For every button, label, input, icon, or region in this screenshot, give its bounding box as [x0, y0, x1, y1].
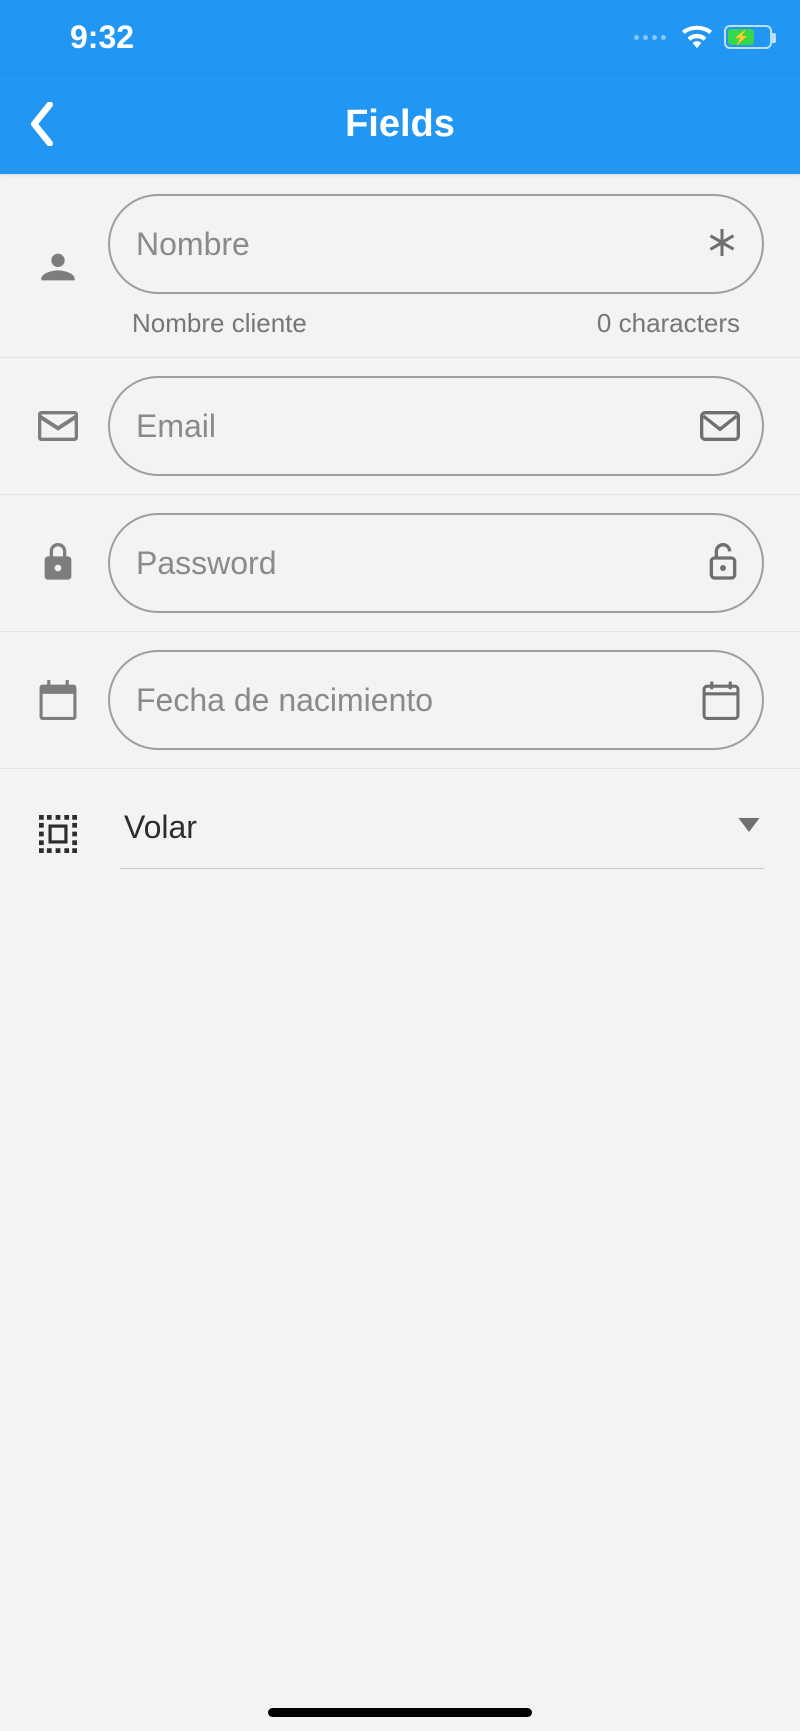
password-field[interactable]: [108, 513, 764, 613]
lock-icon: [36, 543, 80, 583]
person-icon: [36, 247, 80, 287]
back-button[interactable]: [20, 102, 64, 146]
status-indicators: ⚡: [634, 25, 772, 49]
mail-icon: [36, 410, 80, 442]
wifi-icon: [682, 25, 712, 49]
row-dob: [0, 632, 800, 769]
calendar-icon: [36, 680, 80, 720]
row-select: Volar: [0, 769, 800, 879]
chevron-down-icon: [738, 818, 760, 837]
status-time: 9:32: [70, 19, 134, 56]
name-helper-left: Nombre cliente: [132, 308, 307, 339]
chevron-left-icon: [27, 102, 57, 146]
row-name: Nombre cliente 0 characters: [0, 174, 800, 358]
dob-input[interactable]: [136, 682, 670, 719]
status-bar: 9:32 ⚡: [0, 0, 800, 74]
select-value: Volar: [124, 809, 197, 846]
password-input[interactable]: [136, 545, 670, 582]
mail-outline-icon: [700, 410, 740, 442]
lock-open-icon: [706, 543, 740, 583]
select-dropdown[interactable]: Volar: [120, 799, 764, 869]
asterisk-icon: [704, 226, 740, 262]
nav-bar: Fields: [0, 74, 800, 174]
name-input[interactable]: [136, 226, 670, 263]
row-email: [0, 358, 800, 495]
calendar-outline-icon: [702, 680, 740, 720]
dob-field[interactable]: [108, 650, 764, 750]
form-list: Nombre cliente 0 characters: [0, 174, 800, 879]
name-helper: Nombre cliente 0 characters: [108, 294, 764, 339]
email-input[interactable]: [136, 408, 670, 445]
page-title: Fields: [345, 103, 455, 146]
home-indicator: [268, 1708, 532, 1717]
signal-dots-icon: [634, 35, 666, 40]
battery-icon: ⚡: [724, 25, 772, 49]
row-password: [0, 495, 800, 632]
name-field[interactable]: [108, 194, 764, 294]
charging-bolt-icon: ⚡: [732, 30, 749, 44]
email-field[interactable]: [108, 376, 764, 476]
select-all-icon: [36, 815, 80, 853]
name-helper-count: 0 characters: [597, 308, 740, 339]
